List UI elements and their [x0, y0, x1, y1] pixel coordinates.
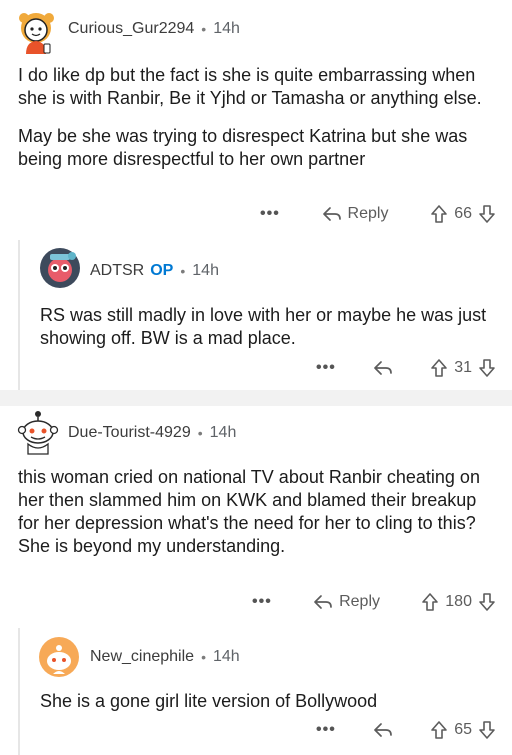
- comment-paragraph: I do like dp but the fact is she is quit…: [18, 65, 482, 108]
- comment-meta: Curious_Gur2294 • 14h: [68, 20, 240, 38]
- username[interactable]: Curious_Gur2294: [68, 20, 194, 38]
- more-options-button[interactable]: •••: [316, 721, 336, 739]
- comment-age: 14h: [212, 648, 240, 665]
- comment-paragraph: May be she was trying to disrespect Katr…: [18, 126, 468, 169]
- separator-dot: •: [197, 425, 203, 441]
- downvote-arrow-icon[interactable]: [478, 358, 496, 378]
- avatar[interactable]: [16, 408, 60, 456]
- avatar[interactable]: [38, 636, 80, 678]
- reply-label: Reply: [339, 593, 380, 610]
- comment-1: Curious_Gur2294 • 14h I do like dp but t…: [0, 0, 512, 392]
- reply-label: Reply: [347, 205, 389, 222]
- comment-body: RS was still madly in love with her or m…: [40, 305, 487, 348]
- reply-arrow-icon: [322, 205, 342, 223]
- upvote-arrow-icon[interactable]: [421, 592, 439, 612]
- downvote-arrow-icon[interactable]: [478, 204, 496, 224]
- reply-button[interactable]: Reply: [322, 205, 389, 223]
- comment-actions: ••• Reply 180: [252, 592, 496, 612]
- more-options-button[interactable]: •••: [252, 593, 272, 611]
- username[interactable]: New_cinephile: [90, 648, 194, 666]
- vote-count: 66: [454, 205, 472, 222]
- comment-actions: ••• Reply 66: [260, 204, 496, 224]
- op-badge: OP: [150, 262, 174, 279]
- more-options-button[interactable]: •••: [260, 205, 280, 223]
- separator-dot: •: [180, 263, 186, 279]
- thread-line: [18, 240, 20, 390]
- username[interactable]: Due-Tourist-4929: [68, 424, 191, 442]
- reply-arrow-icon[interactable]: [373, 721, 393, 739]
- comment-meta: New_cinephile • 14h: [90, 648, 240, 666]
- vote-count: 180: [445, 593, 472, 610]
- avatar[interactable]: [16, 8, 60, 56]
- separator-dot: •: [201, 649, 206, 665]
- more-options-button[interactable]: •••: [316, 359, 336, 377]
- avatar[interactable]: [38, 246, 82, 290]
- comment-body: She is a gone girl lite version of Bolly…: [40, 691, 378, 711]
- upvote-arrow-icon[interactable]: [430, 358, 448, 378]
- downvote-arrow-icon[interactable]: [478, 592, 496, 612]
- downvote-arrow-icon[interactable]: [478, 720, 496, 740]
- comment-3: Due-Tourist-4929 • 14h this woman cried …: [0, 406, 512, 755]
- comment-actions: ••• 65: [316, 720, 496, 740]
- vote-control: 66: [430, 204, 496, 224]
- vote-count: 65: [454, 721, 472, 738]
- vote-count: 31: [454, 359, 472, 376]
- comment-body: I do like dp but the fact is she is quit…: [18, 64, 496, 171]
- comment-actions: ••• 31: [316, 358, 496, 378]
- vote-control: 180: [421, 592, 496, 612]
- separator-dot: •: [201, 21, 207, 37]
- comment-meta: Due-Tourist-4929 • 14h: [68, 424, 236, 442]
- reply-button[interactable]: Reply: [313, 593, 380, 611]
- comment-body: this woman cried on national TV about Ra…: [18, 467, 480, 556]
- comment-age: 14h: [213, 20, 240, 37]
- thread-divider: [0, 390, 512, 406]
- upvote-arrow-icon[interactable]: [430, 204, 448, 224]
- upvote-arrow-icon[interactable]: [430, 720, 448, 740]
- reply-arrow-icon[interactable]: [373, 359, 393, 377]
- comment-age: 14h: [192, 262, 219, 279]
- comment-meta: ADTSR OP • 14h: [90, 262, 219, 280]
- username[interactable]: ADTSR: [90, 262, 144, 280]
- vote-control: 65: [430, 720, 496, 740]
- thread-line: [18, 628, 20, 755]
- comment-age: 14h: [209, 424, 237, 441]
- vote-control: 31: [430, 358, 496, 378]
- reply-arrow-icon: [313, 593, 333, 611]
